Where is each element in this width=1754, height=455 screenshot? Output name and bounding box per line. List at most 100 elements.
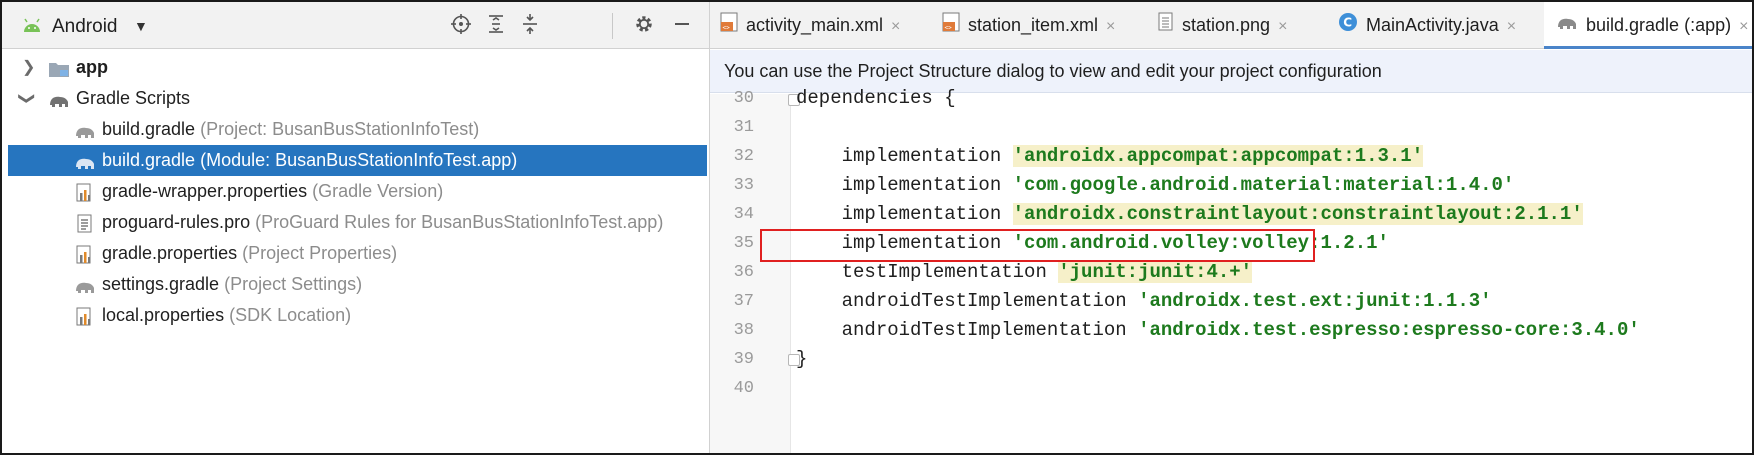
project-panel: Android ▼ ❯ app ❯ Gradle Scripts build.g… — [2, 2, 710, 453]
gradle-elephant-icon — [48, 89, 68, 109]
android-icon — [22, 18, 42, 39]
line-number: 32 — [733, 147, 754, 166]
line-number: 33 — [733, 176, 754, 195]
chevron-down-icon[interactable]: ❯ — [11, 92, 42, 105]
tree-item-build-gradle-project[interactable]: build.gradle (Project: BusanBusStationIn… — [8, 114, 707, 145]
tree-item-hint: (Project Properties) — [242, 243, 398, 263]
line-number: 36 — [733, 263, 754, 282]
tree-item-label: gradle-wrapper.properties — [102, 181, 308, 201]
svg-text:<>: <> — [723, 25, 731, 32]
tree-item-hint: (Gradle Version) — [312, 181, 444, 201]
tree-item-app[interactable]: ❯ app — [8, 52, 707, 83]
xml-layout-icon: <> — [942, 3, 960, 49]
tree-item-local-properties[interactable]: local.properties (SDK Location) — [8, 300, 707, 331]
tab-label: MainActivity.java — [1366, 15, 1499, 35]
close-icon[interactable]: × — [1507, 18, 1516, 35]
collapse-all-icon[interactable] — [517, 14, 543, 38]
tree-item-hint: (Project Settings) — [224, 274, 363, 294]
line-number: 39 — [733, 350, 754, 369]
project-toolbar: Android ▼ — [2, 2, 709, 49]
tree-item-gradle-properties[interactable]: gradle.properties (Project Properties) — [8, 238, 707, 269]
tree-item-hint: (ProGuard Rules for BusanBusStationInfoT… — [255, 212, 664, 232]
annotation-highlight-box — [760, 229, 1315, 262]
gradle-elephant-icon — [74, 120, 94, 140]
dependency-string: 'com.google.android.material:material:1.… — [1012, 174, 1515, 196]
tab-label: station.png — [1182, 15, 1271, 35]
gradle-elephant-icon — [74, 275, 94, 295]
tab-station-item-xml[interactable]: <> station_item.xml × — [942, 2, 1115, 48]
tab-label: build.gradle (:app) — [1586, 15, 1732, 35]
tree-item-label: gradle.properties — [102, 243, 238, 263]
properties-icon — [76, 182, 96, 202]
tree-item-hint: (Project: BusanBusStationInfoTest) — [200, 119, 480, 139]
svg-text:<>: <> — [945, 25, 953, 32]
tab-mainactivity-java[interactable]: C MainActivity.java × — [1338, 2, 1516, 48]
dependency-string: 'junit:junit:4.+' — [1058, 261, 1253, 283]
tree-item-proguard-rules[interactable]: proguard-rules.pro (ProGuard Rules for B… — [8, 207, 707, 238]
line-number: 40 — [733, 379, 754, 398]
crosshair-icon[interactable] — [448, 14, 474, 38]
line-number: 31 — [733, 118, 754, 137]
dependency-string: 'androidx.test.ext:junit:1.1.3' — [1138, 290, 1492, 312]
code-line: implementation 'androidx.appcompat:appco… — [796, 145, 1424, 167]
tree-item-hint: (Module: BusanBusStationInfoTest.app) — [200, 150, 518, 170]
xml-layout-icon: <> — [720, 3, 738, 49]
gear-icon[interactable] — [631, 14, 657, 38]
tree-item-label: build.gradle — [102, 119, 196, 139]
image-file-icon — [1158, 3, 1174, 49]
tree-item-gradle-scripts[interactable]: ❯ Gradle Scripts — [8, 83, 707, 114]
editor-tab-bar: <> activity_main.xml × <> station_item.xml ×… — [710, 2, 1752, 49]
folder-icon — [48, 58, 69, 78]
tree-item-label: app — [76, 57, 109, 77]
java-class-icon: C — [1338, 3, 1358, 49]
code-line: testImplementation 'junit:junit:4.+' — [796, 261, 1253, 283]
tree-item-label: local.properties — [102, 305, 225, 325]
editor-area: <> activity_main.xml × <> station_item.xml ×… — [710, 2, 1752, 453]
tree-item-settings-gradle[interactable]: settings.gradle (Project Settings) — [8, 269, 707, 300]
code-line: androidTestImplementation 'androidx.test… — [796, 319, 1640, 341]
code-line: dependencies { — [796, 87, 956, 109]
tab-label: activity_main.xml — [746, 15, 884, 35]
code-line: implementation 'com.google.android.mater… — [796, 174, 1515, 196]
text-file-icon — [76, 213, 96, 233]
code-editor[interactable]: 30 31 32 33 34 35 36 37 38 39 40 depende… — [710, 87, 1752, 453]
project-view-selector[interactable]: Android — [52, 16, 118, 38]
tab-label: station_item.xml — [968, 15, 1099, 35]
tree-item-hint: (SDK Location) — [229, 305, 352, 325]
properties-icon — [76, 244, 96, 264]
dependency-string: 'androidx.appcompat:appcompat:1.3.1' — [1012, 145, 1424, 167]
tree-item-build-gradle-module[interactable]: build.gradle (Module: BusanBusStationInf… — [8, 145, 707, 176]
dependency-string: 'androidx.constraintlayout:constraintlay… — [1012, 203, 1583, 225]
tree-item-label: build.gradle — [102, 150, 196, 170]
gradle-elephant-icon — [1556, 3, 1578, 49]
line-number: 30 — [733, 89, 754, 108]
line-number: 35 — [733, 234, 754, 253]
tree-item-gradle-wrapper-properties[interactable]: gradle-wrapper.properties (Gradle Versio… — [8, 176, 707, 207]
code-line: } — [796, 348, 808, 370]
close-icon[interactable]: × — [1278, 18, 1287, 35]
ide-window: Android ▼ ❯ app ❯ Gradle Scripts build.g… — [0, 0, 1754, 455]
expand-all-icon[interactable] — [483, 14, 509, 38]
line-number-gutter: 30 31 32 33 34 35 36 37 38 39 40 — [710, 89, 791, 453]
tab-station-png[interactable]: station.png × — [1158, 2, 1287, 48]
gradle-elephant-icon — [74, 151, 94, 171]
chevron-right-icon[interactable]: ❯ — [22, 52, 35, 83]
minimize-icon[interactable] — [669, 14, 695, 38]
dependency-string: 'androidx.test.espresso:espresso-core:3.… — [1138, 319, 1640, 341]
chevron-down-icon[interactable]: ▼ — [134, 18, 148, 34]
svg-text:C: C — [1343, 16, 1352, 30]
tree-item-label: proguard-rules.pro — [102, 212, 251, 232]
code-line: implementation 'androidx.constraintlayou… — [796, 203, 1583, 225]
close-icon[interactable]: × — [891, 18, 900, 35]
tree-item-label: Gradle Scripts — [76, 88, 191, 108]
line-number: 38 — [733, 321, 754, 340]
close-icon[interactable]: × — [1106, 18, 1115, 35]
tab-build-gradle-app[interactable]: build.gradle (:app) × — [1544, 2, 1752, 49]
line-number: 37 — [733, 292, 754, 311]
tree-item-label: settings.gradle — [102, 274, 220, 294]
code-line: androidTestImplementation 'androidx.test… — [796, 290, 1492, 312]
line-number: 34 — [733, 205, 754, 224]
close-icon[interactable]: × — [1739, 18, 1748, 35]
tab-activity-main-xml[interactable]: <> activity_main.xml × — [720, 2, 900, 48]
toolbar-divider — [612, 13, 613, 39]
